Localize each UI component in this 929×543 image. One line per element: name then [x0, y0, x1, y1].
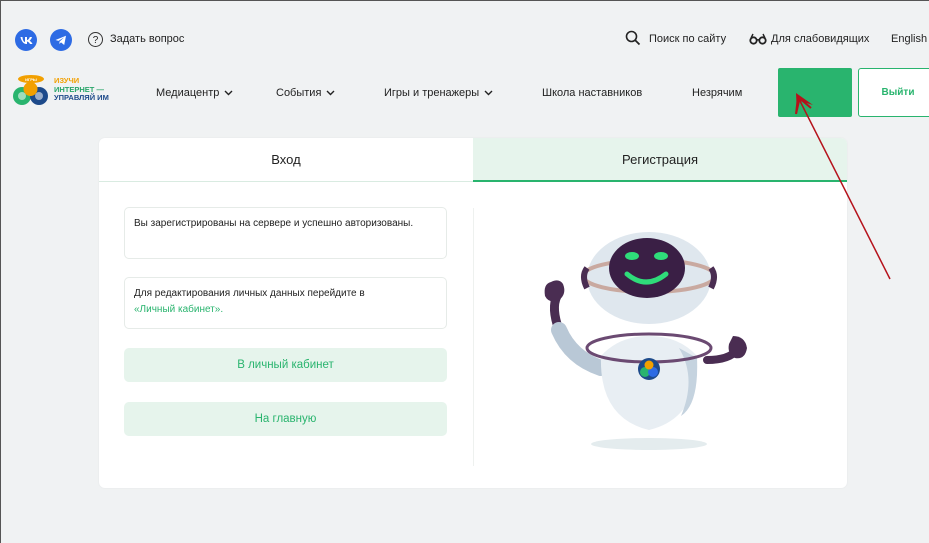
nav-item-mentors-school[interactable]: Школа наставников [542, 87, 642, 99]
column-divider [473, 208, 474, 466]
language-link[interactable]: English [891, 33, 927, 45]
nav-item-blind[interactable]: Незрячим [692, 87, 742, 99]
utility-bar: ? Задать вопрос Поиск по сайту Для слабо… [0, 22, 929, 58]
vk-icon[interactable] [15, 29, 37, 51]
question-icon[interactable]: ? [88, 32, 103, 47]
auth-success-text: Вы зарегистрированы на сервере и успешно… [134, 218, 414, 229]
chevron-down-icon [224, 90, 233, 96]
search-icon[interactable] [625, 30, 641, 46]
logo-text: ИЗУЧИ ИНТЕРНЕТ — УПРАВЛЯЙ ИМ [54, 76, 109, 103]
auth-card: Вход Регистрация Вы зарегистрированы на … [99, 138, 847, 488]
nav-item-label: Игры и тренажеры [384, 87, 480, 99]
nav-item-label: Медиацентр [156, 87, 220, 99]
tab-login[interactable]: Вход [99, 138, 473, 182]
ask-question-link[interactable]: Задать вопрос [110, 33, 184, 45]
nav-item-label: Незрячим [692, 87, 743, 99]
site-search-link[interactable]: Поиск по сайту [649, 33, 726, 45]
telegram-icon[interactable] [50, 29, 72, 51]
accessibility-link[interactable]: Для слабовидящих [771, 33, 869, 45]
logout-button[interactable]: Выйти [858, 68, 929, 117]
auth-success-message: Вы зарегистрированы на сервере и успешно… [124, 207, 447, 259]
frame-border-top [0, 0, 929, 1]
edit-hint-message: Для редактирования личных данных перейди… [124, 277, 447, 329]
profile-button[interactable] [778, 68, 852, 117]
nav-item-mediacenter[interactable]: Медиацентр [156, 87, 233, 99]
logo-line-3: УПРАВЛЯЙ ИМ [54, 93, 109, 102]
glasses-icon[interactable] [749, 33, 767, 45]
nav-item-events[interactable]: События [276, 87, 335, 99]
nav-item-label: События [276, 87, 322, 99]
edit-hint-text: Для редактирования личных данных перейди… [134, 288, 365, 299]
to-home-button[interactable]: На главную [124, 402, 447, 436]
robot-mascot-image [544, 232, 747, 450]
nav-item-label: Школа наставников [542, 87, 643, 99]
cabinet-link[interactable]: «Личный кабинет». [134, 304, 223, 315]
logo-emblem-icon: ИГРЫ [13, 75, 48, 105]
to-cabinet-button[interactable]: В личный кабинет [124, 348, 447, 382]
site-logo[interactable]: ИГРЫ ИЗУЧИ ИНТЕРНЕТ — УПРАВЛЯЙ ИМ [12, 74, 122, 114]
main-nav: ИГРЫ ИЗУЧИ ИНТЕРНЕТ — УПРАВЛЯЙ ИМ Медиац… [0, 64, 929, 120]
chevron-down-icon [484, 90, 493, 96]
chevron-down-icon [326, 90, 335, 96]
logo-badge: ИГРЫ [25, 77, 37, 82]
tab-register[interactable]: Регистрация [473, 138, 847, 182]
nav-item-games[interactable]: Игры и тренажеры [384, 87, 493, 99]
